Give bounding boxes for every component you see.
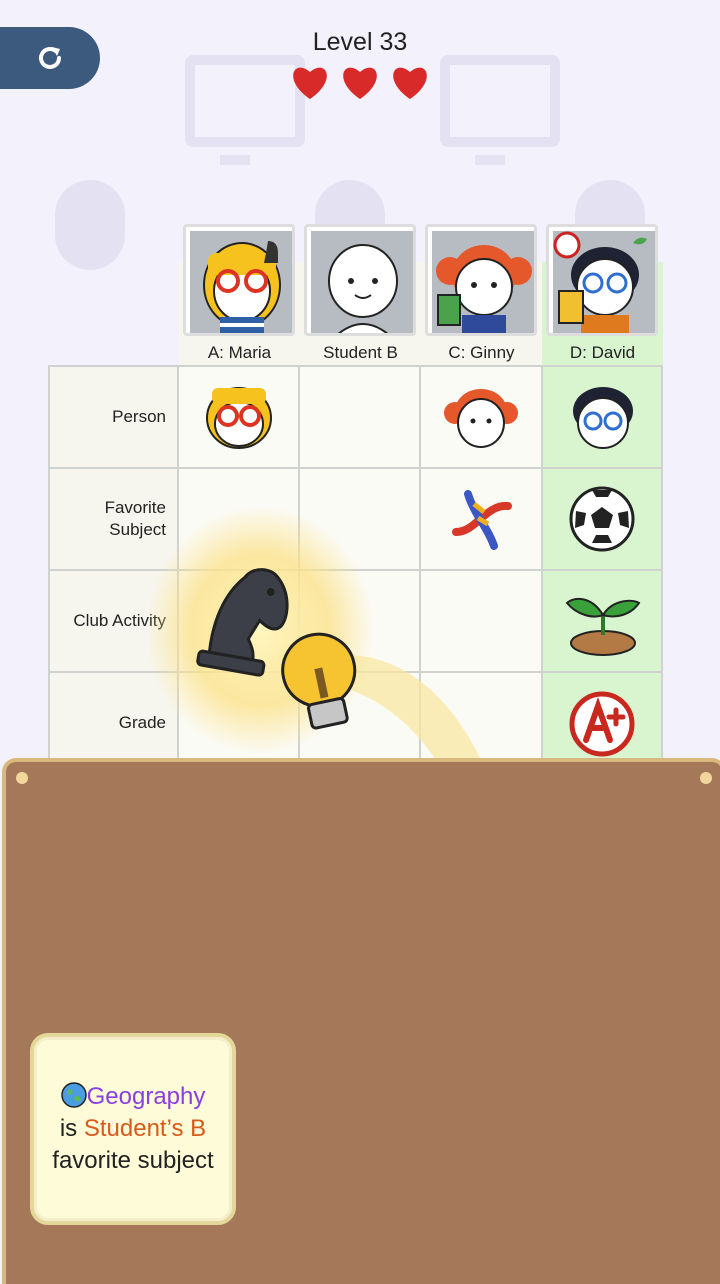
globe-icon xyxy=(60,1082,87,1108)
column-label-student-b: Student B xyxy=(323,343,398,362)
column-label-david: D: David xyxy=(542,339,663,366)
maria-face-icon xyxy=(206,387,272,449)
david-face-icon xyxy=(573,387,633,449)
portrait-ginny[interactable] xyxy=(425,224,537,336)
column-label-ginny: C: Ginny xyxy=(448,343,515,362)
clue-card[interactable]: Geography is Student’s B favorite subjec… xyxy=(30,1033,236,1225)
clue-line-3: favorite subject xyxy=(52,1147,214,1174)
lightbulb-icon xyxy=(281,632,357,730)
clue-line-2: is Student’s B xyxy=(59,1115,207,1142)
portrait-maria[interactable] xyxy=(183,224,295,336)
ginny-portrait-icon xyxy=(432,231,534,333)
heart-icon xyxy=(293,67,327,99)
heart-icon xyxy=(343,67,377,99)
level-title: Level 33 xyxy=(312,28,408,56)
soccer-ball-icon xyxy=(569,486,635,552)
portrait-student-b[interactable] xyxy=(304,224,416,336)
ginny-face-icon xyxy=(444,389,518,448)
maria-portrait-icon xyxy=(190,231,292,333)
clue-line-1: Geography xyxy=(60,1081,206,1113)
plant-sprout-icon xyxy=(565,597,641,656)
student-b-portrait-icon xyxy=(311,231,413,333)
a-plus-grade-icon xyxy=(569,691,635,757)
lives-hearts xyxy=(290,64,430,100)
heart-icon xyxy=(393,67,427,99)
portrait-david[interactable] xyxy=(546,224,658,336)
row-label-person: Person xyxy=(112,407,166,426)
dna-icon xyxy=(452,490,512,550)
grid-cell[interactable] xyxy=(300,366,421,468)
david-portrait-icon xyxy=(553,231,655,333)
clue-subject: Geography xyxy=(86,1083,206,1110)
clue-student: Student’s B xyxy=(83,1115,207,1142)
column-label-maria: A: Maria xyxy=(207,343,272,362)
